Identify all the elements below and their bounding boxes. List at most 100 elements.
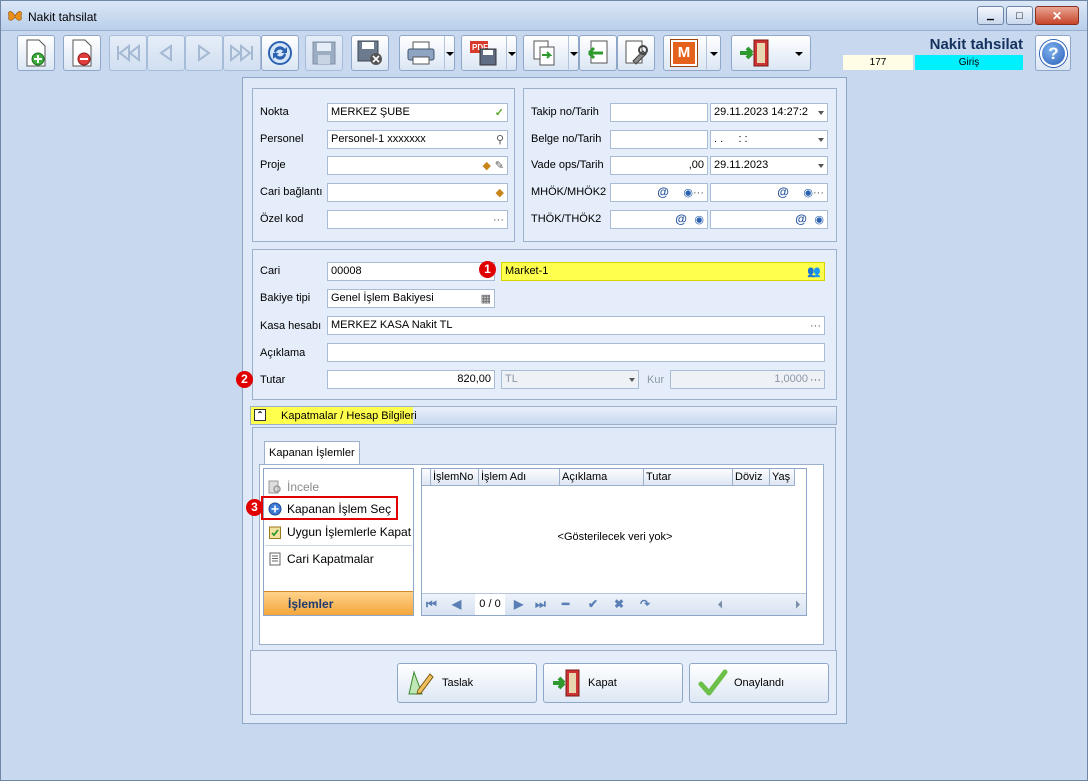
nav-cancel-icon[interactable]: ✖ — [614, 597, 624, 611]
calculator-icon[interactable]: ▦ — [481, 291, 491, 307]
col-yas[interactable]: Yaş — [770, 469, 795, 485]
first-record-button[interactable] — [109, 35, 147, 71]
import-button[interactable] — [579, 35, 617, 71]
users-icon[interactable]: 👥 — [807, 264, 821, 280]
ellipsis-icon[interactable]: ··· — [810, 372, 821, 388]
side-item-uygun-islemlerle-kapat[interactable]: Uygun İşlemlerle Kapat — [268, 522, 411, 542]
eraser-icon[interactable]: ◆ — [483, 158, 491, 174]
chevron-down-icon[interactable] — [818, 164, 824, 168]
view-icon[interactable]: ◉ — [814, 212, 824, 228]
eraser-icon[interactable]: ◆ — [496, 185, 504, 201]
chevron-down-icon[interactable] — [818, 138, 824, 142]
col-islemno[interactable]: İşlemNo — [431, 469, 479, 485]
cari-baglanti-field[interactable]: ◆ — [327, 183, 508, 202]
first-record-icon — [117, 44, 140, 62]
close-button[interactable]: ✕ — [1035, 6, 1079, 25]
horizontal-scrollbar[interactable] — [714, 599, 804, 610]
col-doviz[interactable]: Döviz — [733, 469, 770, 485]
pdf-dropdown[interactable] — [506, 36, 516, 72]
col-islem-adi[interactable]: İşlem Adı — [479, 469, 560, 485]
belge-no-field[interactable] — [610, 130, 708, 149]
view-icon[interactable]: ◉ — [694, 212, 704, 228]
at-icon[interactable]: @ — [657, 184, 669, 201]
person-lookup-icon[interactable]: ⚲ — [496, 132, 504, 148]
save-close-button[interactable] — [351, 35, 389, 71]
side-item-cari-kapatmalar[interactable]: Cari Kapatmalar — [268, 549, 374, 569]
save-button[interactable] — [305, 35, 343, 71]
print-dropdown[interactable] — [444, 36, 454, 72]
chevron-down-icon[interactable] — [818, 111, 824, 115]
kur-field[interactable]: 1,0000 ··· — [670, 370, 825, 389]
col-aciklama[interactable]: Açıklama — [560, 469, 644, 485]
onaylandi-button[interactable]: Onaylandı — [689, 663, 829, 703]
taslak-button[interactable]: Taslak — [397, 663, 537, 703]
nav-next-icon[interactable]: ▶ — [514, 597, 523, 611]
cari-code-field[interactable]: 00008 — [327, 262, 495, 281]
vade-date-field[interactable]: 29.11.2023 — [710, 156, 828, 175]
m-menu-button[interactable]: M — [663, 35, 721, 72]
kapatmalar-collapse-bar[interactable]: ⌃ Kapatmalar / Hesap Bilgileri — [250, 406, 837, 425]
nav-refresh-icon[interactable]: ↷ — [640, 597, 650, 611]
thok-field[interactable]: @ ◉ — [610, 210, 708, 229]
kasa-field[interactable]: MERKEZ KASA Nakit TL ··· — [327, 316, 825, 335]
print-button[interactable] — [399, 35, 455, 72]
next-record-button[interactable] — [185, 35, 223, 71]
mhok-field[interactable]: @ ◉ ··· — [610, 183, 708, 202]
aciklama-field[interactable] — [327, 343, 825, 362]
exit-dropdown[interactable] — [788, 36, 810, 72]
tutar-field[interactable]: 820,00 — [327, 370, 495, 389]
side-item-incele[interactable]: İncele — [268, 477, 319, 497]
chevron-down-icon[interactable] — [629, 378, 635, 382]
thok2-field[interactable]: @ ◉ — [710, 210, 828, 229]
ozel-kod-field[interactable]: ··· — [327, 210, 508, 229]
mhok2-field[interactable]: @ ◉ ··· — [710, 183, 828, 202]
ellipsis-icon[interactable]: ··· — [493, 212, 504, 228]
tab-body: İncele Kapanan İşlem Seç Uygun İşlemlerl… — [246, 464, 824, 645]
ellipsis-icon[interactable]: ··· — [810, 318, 821, 334]
nav-last-icon[interactable]: ⏭ — [535, 597, 546, 612]
export-button[interactable] — [523, 35, 579, 72]
view-icon[interactable]: ◉ — [803, 185, 813, 201]
kapatmalar-label: Kapatmalar / Hesap Bilgileri — [281, 410, 417, 422]
help-button[interactable]: ? — [1035, 35, 1071, 71]
m-menu-dropdown[interactable] — [706, 36, 720, 72]
tab-kapanan-islemler[interactable]: Kapanan İşlemler — [264, 441, 360, 465]
edit-icon[interactable]: ✎ — [495, 158, 504, 174]
new-button[interactable] — [17, 35, 55, 71]
col-tutar[interactable]: Tutar — [644, 469, 733, 485]
ellipsis-icon[interactable]: ··· — [693, 185, 704, 201]
check-icon[interactable]: ✓ — [495, 105, 504, 121]
export-dropdown[interactable] — [568, 36, 578, 72]
cari-name-field[interactable]: Market-1 👥 — [501, 262, 825, 281]
kapat-button[interactable]: Kapat — [543, 663, 683, 703]
at-icon[interactable]: @ — [795, 211, 807, 228]
last-record-button[interactable] — [223, 35, 261, 71]
pdf-button[interactable]: PDF — [461, 35, 517, 72]
ellipsis-icon[interactable]: ··· — [813, 185, 824, 201]
refresh-button[interactable] — [261, 35, 299, 71]
personel-field[interactable]: Personel-1 xxxxxxx ⚲ — [327, 130, 508, 149]
actions-footer[interactable]: İşlemler — [264, 591, 413, 615]
currency-select[interactable]: TL — [501, 370, 639, 389]
delete-button[interactable] — [63, 35, 101, 71]
proje-field[interactable]: ◆ ✎ — [327, 156, 508, 175]
exit-button[interactable] — [731, 35, 811, 71]
bakiye-field[interactable]: Genel İşlem Bakiyesi ▦ — [327, 289, 495, 308]
takip-date-field[interactable]: 29.11.2023 14:27:2 — [710, 103, 828, 122]
vade-ops-field[interactable]: ,00 — [610, 156, 708, 175]
takip-no-field[interactable] — [610, 103, 708, 122]
nav-previous-icon[interactable]: ◀ — [452, 597, 461, 611]
collapse-chevron-icon[interactable]: ⌃ — [254, 409, 266, 421]
nav-first-icon[interactable]: ⏮ — [426, 597, 437, 612]
minimize-button[interactable]: ▁ — [977, 6, 1004, 25]
previous-record-button[interactable] — [147, 35, 185, 71]
nokta-field[interactable]: MERKEZ ŞUBE ✓ — [327, 103, 508, 122]
nav-confirm-icon[interactable]: ✔ — [588, 597, 598, 611]
belge-date-field[interactable]: . . : : — [710, 130, 828, 149]
maximize-button[interactable]: □ — [1006, 6, 1033, 25]
at-icon[interactable]: @ — [777, 184, 789, 201]
nav-delete-icon[interactable]: ━ — [562, 597, 569, 611]
at-icon[interactable]: @ — [675, 211, 687, 228]
settings-button[interactable] — [617, 35, 655, 71]
view-icon[interactable]: ◉ — [683, 185, 693, 201]
